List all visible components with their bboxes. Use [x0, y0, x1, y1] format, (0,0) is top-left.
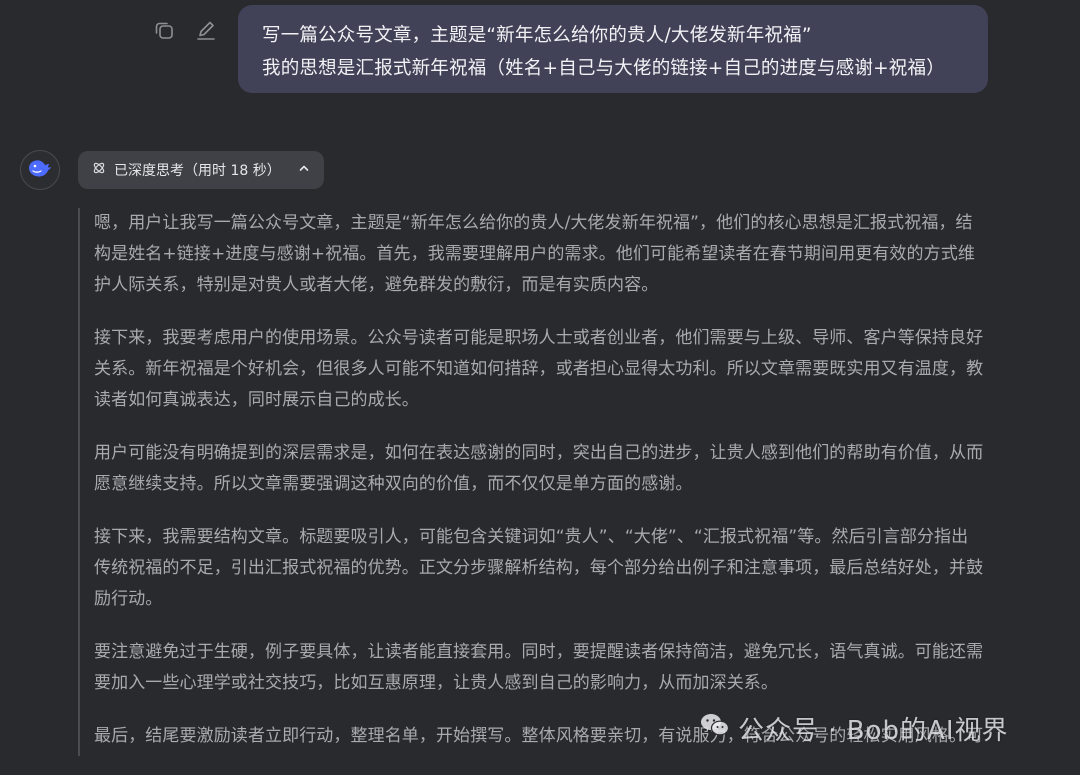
deep-thinking-toggle[interactable]: 已深度思考（用时 18 秒） [78, 151, 324, 189]
thought-paragraph: 要注意避免过于生硬，例子要具体，让读者能直接套用。同时，要提醒读者保持简洁，避免… [94, 642, 983, 693]
deepseek-whale-logo-icon [26, 156, 54, 184]
chat-page: 写一篇公众号文章，主题是“新年怎么给你的贵人/大佬发新年祝福” 我的思想是汇报式… [0, 0, 1080, 775]
edit-icon [195, 19, 217, 45]
copy-icon [153, 19, 175, 45]
thought-paragraph: 最后，结尾要激励读者立即行动，整理名单，开始撰写。整体风格要亲切，有说服力，符合… [94, 726, 983, 746]
thought-paragraph: 接下来，我要考虑用户的使用场景。公众号读者可能是职场人士或者创业者，他们需要与上… [94, 328, 983, 410]
assistant-avatar [20, 150, 60, 190]
chevron-up-icon [298, 162, 310, 178]
thought-paragraph: 用户可能没有明确提到的深层需求是，如何在表达感谢的同时，突出自己的进步，让贵人感… [94, 443, 983, 494]
thought-paragraph: 嗯，用户让我写一篇公众号文章，主题是“新年怎么给你的贵人/大佬发新年祝福”，他们… [94, 213, 975, 295]
thinking-content: 嗯，用户让我写一篇公众号文章，主题是“新年怎么给你的贵人/大佬发新年祝福”，他们… [78, 208, 983, 756]
user-message-line: 写一篇公众号文章，主题是“新年怎么给你的贵人/大佬发新年祝福” [262, 25, 812, 46]
copy-button[interactable] [150, 16, 178, 48]
thought-paragraph: 接下来，我需要结构文章。标题要吸引人，可能包含关键词如“贵人”、“大佬”、“汇报… [94, 527, 983, 609]
atom-icon [92, 161, 106, 179]
user-message-line: 我的思想是汇报式新年祝福（姓名+自己与大佬的链接+自己的进度与感谢+祝福） [262, 58, 945, 79]
user-message-bubble: 写一篇公众号文章，主题是“新年怎么给你的贵人/大佬发新年祝福” 我的思想是汇报式… [238, 5, 988, 93]
edit-button[interactable] [192, 16, 220, 48]
message-actions [150, 16, 220, 48]
thinking-duration-label: 已深度思考（用时 18 秒） [114, 163, 281, 179]
